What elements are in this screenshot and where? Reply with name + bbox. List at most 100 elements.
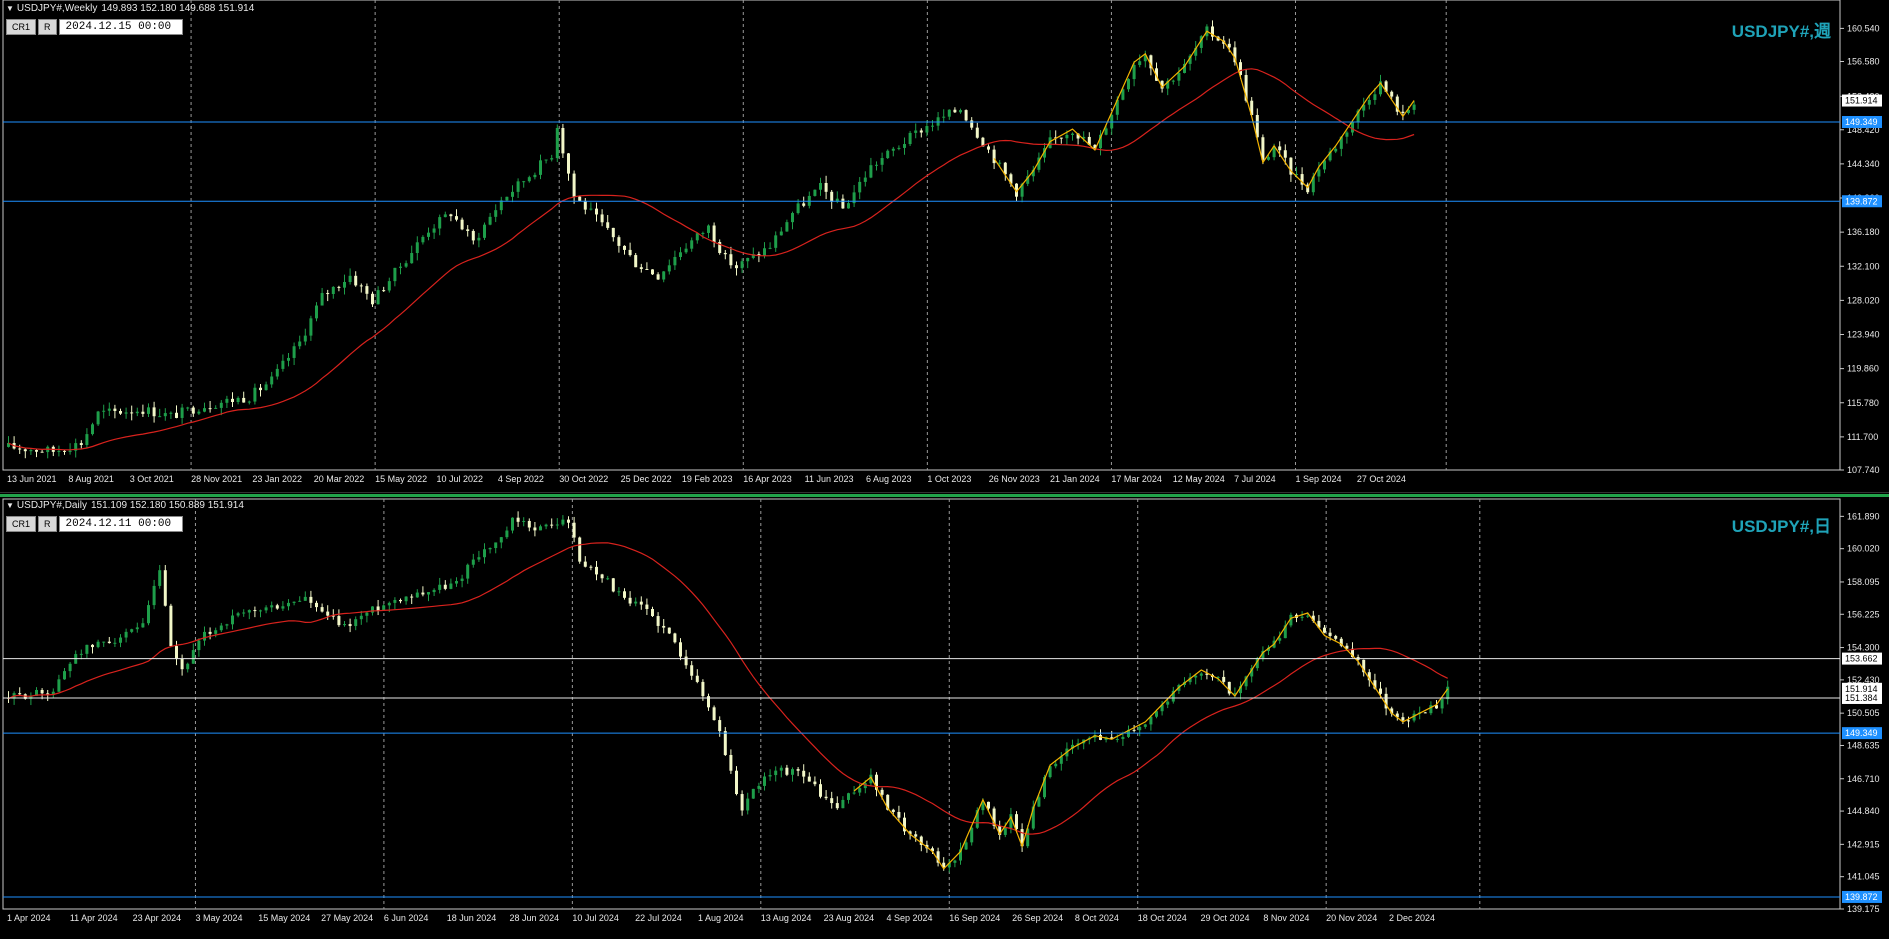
time-axis-label: 26 Nov 2023 — [989, 474, 1040, 484]
candle-body — [303, 335, 307, 342]
daily-chart-panel[interactable]: 161.890 160.020 158.095 156.225 154.300 152.4… — [0, 494, 1889, 939]
weekly-cr1-button[interactable]: CR1 — [6, 19, 37, 35]
candle-body — [1401, 111, 1405, 113]
collapse-triangle-icon[interactable]: ▼ — [6, 501, 14, 510]
candle-body — [606, 222, 610, 228]
candle-body — [763, 248, 766, 256]
time-axis-label: 28 Nov 2021 — [191, 474, 242, 484]
price-tick-label: 160.020 — [1847, 544, 1880, 554]
candle-body — [259, 387, 262, 391]
candle-body — [600, 574, 604, 579]
moving-average-line — [8, 542, 1448, 835]
price-tick-label: 111.700 — [1847, 432, 1878, 442]
candle-body — [18, 448, 22, 450]
candle-body — [975, 127, 979, 138]
candle-body — [830, 191, 834, 202]
candle-body — [947, 109, 951, 117]
time-axis-label: 6 Aug 2023 — [866, 474, 912, 484]
candle-body — [315, 305, 318, 319]
candle-body — [639, 267, 643, 269]
weekly-chart-header: ▼ USDJPY#,Weekly 149.893 152.180 149.688 1… — [6, 3, 254, 14]
candle-body — [236, 397, 240, 402]
candle-body — [225, 624, 229, 626]
candle-body — [858, 181, 862, 193]
candle-body — [735, 265, 738, 269]
collapse-triangle-icon[interactable]: ▼ — [6, 4, 14, 13]
daily-date-field[interactable]: 2024.12.11 00:00 — [58, 516, 183, 532]
candle-body — [147, 407, 150, 414]
weekly-symbol-timeframe: USDJPY#,Weekly — [16, 3, 98, 14]
candle-body — [477, 557, 481, 560]
candle-body — [365, 612, 369, 616]
candle-body — [779, 767, 783, 771]
candle-body — [180, 658, 184, 670]
candle-body — [1127, 79, 1130, 90]
candle-body — [410, 253, 414, 264]
daily-price-chart[interactable]: 161.890160.020158.095156.225154.300152.4… — [0, 497, 1889, 939]
candle-body — [550, 158, 554, 160]
time-axis-label: 27 May 2024 — [321, 913, 373, 923]
candle-body — [891, 809, 895, 812]
candle-body — [942, 116, 946, 118]
weekly-chart-controls: CR1 R 2024.12.15 00:00 — [6, 19, 183, 35]
daily-r-button[interactable]: R — [38, 516, 57, 532]
time-axis-label: 8 Oct 2024 — [1075, 913, 1119, 923]
candle-body — [897, 147, 901, 149]
candle-body — [667, 627, 671, 634]
candle-body — [684, 656, 688, 666]
candle-body — [914, 130, 918, 133]
weekly-date-field[interactable]: 2024.12.15 00:00 — [58, 19, 183, 35]
candle-body — [393, 267, 397, 282]
candle-body — [611, 227, 615, 238]
price-tick-label: 141.045 — [1847, 872, 1880, 882]
candle-body — [275, 368, 279, 377]
candle-body — [466, 229, 470, 231]
weekly-price-chart[interactable]: 160.540156.580152.420148.420144.340140.2… — [0, 0, 1889, 492]
candle-body — [1412, 104, 1416, 110]
time-axis-label: 20 Nov 2024 — [1326, 913, 1377, 923]
candle-body — [600, 214, 604, 223]
candle-body — [371, 293, 374, 305]
candle-body — [679, 252, 682, 257]
candle-body — [449, 214, 453, 217]
candle-body — [382, 290, 386, 292]
candle-body — [343, 282, 346, 288]
candle-body — [1143, 724, 1147, 727]
time-axis-label: 4 Sep 2024 — [886, 913, 932, 923]
price-label-text: 149.349 — [1845, 728, 1878, 738]
candle-body — [57, 450, 61, 452]
candle-body — [35, 450, 38, 452]
candle-body — [281, 360, 285, 369]
price-label-text: 151.914 — [1845, 96, 1878, 106]
candle-body — [499, 537, 503, 543]
price-tick-label: 156.225 — [1847, 609, 1880, 619]
weekly-chart-panel[interactable]: 160.540156.580152.420148.420144.340140.2… — [0, 0, 1889, 493]
daily-cr1-button[interactable]: CR1 — [6, 516, 37, 532]
candle-body — [1177, 72, 1181, 81]
candle-body — [130, 629, 134, 632]
candle-body — [623, 591, 626, 598]
candle-body — [718, 720, 722, 732]
candle-body — [242, 397, 246, 403]
candle-body — [1132, 729, 1136, 731]
time-axis-label: 18 Oct 2024 — [1138, 913, 1187, 923]
weekly-r-button[interactable]: R — [38, 19, 57, 35]
candle-body — [953, 109, 957, 113]
candle-body — [639, 601, 643, 605]
candle-body — [774, 235, 778, 248]
candle-body — [970, 827, 974, 843]
candle-body — [987, 801, 990, 809]
time-axis-label: 22 Jul 2024 — [635, 913, 682, 923]
time-axis-label: 23 Jan 2022 — [252, 474, 302, 484]
candle-body — [393, 599, 397, 603]
candle-body — [796, 203, 800, 214]
candle-body — [925, 126, 929, 133]
time-axis-label: 10 Jul 2024 — [572, 913, 619, 923]
candle-body — [712, 707, 716, 721]
candle-body — [1015, 814, 1018, 830]
candle-body — [869, 165, 873, 178]
candle-body — [421, 592, 425, 595]
candle-body — [225, 398, 229, 403]
candle-body — [723, 731, 727, 755]
time-axis-label: 15 May 2022 — [375, 474, 427, 484]
